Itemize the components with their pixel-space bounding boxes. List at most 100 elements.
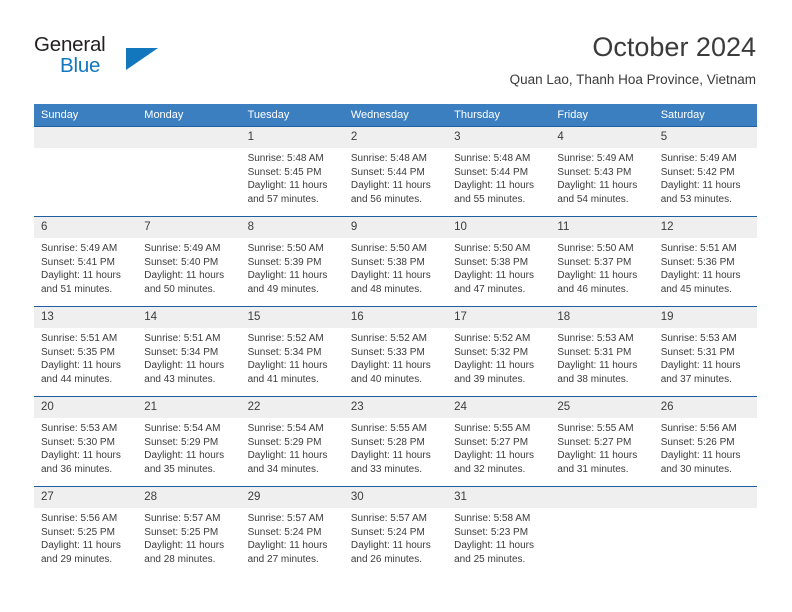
calendar-day-cell[interactable]: 13 Sunrise: 5:51 AM Sunset: 5:35 PM Dayligh…	[34, 306, 138, 397]
calendar-day-cell[interactable]: 4 Sunrise: 5:49 AM Sunset: 5:43 PM Daylight…	[550, 126, 654, 217]
sunrise-text: Sunrise: 5:52 AM	[247, 333, 324, 344]
weekday-header-tuesday: Tuesday	[240, 104, 344, 127]
day-number: 14	[137, 307, 241, 328]
sunset-text: Sunset: 5:39 PM	[247, 256, 322, 268]
sunset-text: Sunset: 5:28 PM	[350, 436, 425, 448]
day-details: Sunrise: 5:57 AM Sunset: 5:25 PM Daylight:…	[137, 508, 240, 566]
calendar-day-cell[interactable]: 8 Sunrise: 5:50 AM Sunset: 5:39 PM Daylight…	[240, 216, 344, 307]
day-details	[34, 148, 137, 152]
sunset-text: Sunset: 5:25 PM	[41, 526, 115, 538]
daylight-text: Daylight: 11 hours	[350, 360, 431, 372]
daylight-text: Daylight: 11 hours	[660, 180, 741, 192]
calendar-day-cell[interactable]: 2 Sunrise: 5:48 AM Sunset: 5:44 PM Daylight…	[343, 126, 448, 217]
calendar-day-cell[interactable]: 3 Sunrise: 5:48 AM Sunset: 5:44 PM Daylight…	[447, 126, 551, 217]
day-details	[137, 148, 240, 152]
calendar-day-cell[interactable]: 24 Sunrise: 5:55 AM Sunset: 5:27 PM Dayligh…	[447, 396, 551, 487]
calendar-day-cell[interactable]: 18 Sunrise: 5:53 AM Sunset: 5:31 PM Dayligh…	[550, 306, 654, 397]
daylight-text: and 47 minutes.	[454, 283, 526, 295]
calendar-day-cell[interactable]: 27 Sunrise: 5:56 AM Sunset: 5:25 PM Dayligh…	[34, 486, 138, 576]
calendar-day-cell[interactable]: 15 Sunrise: 5:52 AM Sunset: 5:34 PM Dayligh…	[240, 306, 344, 397]
daylight-text: Daylight: 11 hours	[350, 450, 431, 462]
calendar-day-cell[interactable]: 9 Sunrise: 5:50 AM Sunset: 5:38 PM Daylight…	[343, 216, 448, 307]
sunrise-text: Sunrise: 5:52 AM	[350, 333, 427, 344]
day-details: Sunrise: 5:50 AM Sunset: 5:38 PM Daylight:…	[344, 238, 447, 296]
sunrise-text: Sunrise: 5:54 AM	[144, 423, 221, 434]
daylight-text: Daylight: 11 hours	[41, 270, 121, 282]
calendar-grid: Sunday Monday Tuesday Wednesday Thursday…	[34, 104, 757, 576]
title-block: October 2024 Quan Lao, Thanh Hoa Provinc…	[510, 30, 756, 88]
weekday-header-thursday: Thursday	[447, 104, 551, 127]
calendar-day-cell[interactable]: 26 Sunrise: 5:56 AM Sunset: 5:26 PM Dayligh…	[653, 396, 757, 487]
daylight-text: Daylight: 11 hours	[557, 270, 638, 282]
sunrise-text: Sunrise: 5:49 AM	[41, 243, 118, 254]
calendar-day-cell[interactable]: 20 Sunrise: 5:53 AM Sunset: 5:30 PM Dayligh…	[34, 396, 138, 487]
day-details: Sunrise: 5:53 AM Sunset: 5:30 PM Daylight:…	[34, 418, 137, 476]
calendar-day-cell[interactable]: 25 Sunrise: 5:55 AM Sunset: 5:27 PM Dayligh…	[550, 396, 654, 487]
daylight-text: and 28 minutes.	[144, 553, 216, 565]
daylight-text: Daylight: 11 hours	[41, 360, 121, 372]
calendar-day-cell[interactable]: 6 Sunrise: 5:49 AM Sunset: 5:41 PM Daylight…	[34, 216, 138, 307]
daylight-text: and 40 minutes.	[350, 373, 423, 385]
calendar-day-cell[interactable]: 11 Sunrise: 5:50 AM Sunset: 5:37 PM Dayligh…	[550, 216, 654, 307]
daylight-text: Daylight: 11 hours	[350, 270, 431, 282]
day-number: 11	[550, 217, 654, 238]
calendar-day-cell-empty	[550, 486, 654, 576]
weekday-header-wednesday: Wednesday	[343, 104, 448, 127]
calendar-body: 1 Sunrise: 5:48 AM Sunset: 5:45 PM Daylight…	[34, 126, 757, 576]
generalblue-logo[interactable]: General Blue	[34, 33, 234, 89]
calendar-day-cell[interactable]: 21 Sunrise: 5:54 AM Sunset: 5:29 PM Dayligh…	[137, 396, 241, 487]
calendar-day-cell[interactable]: 5 Sunrise: 5:49 AM Sunset: 5:42 PM Daylight…	[653, 126, 757, 217]
daylight-text: Daylight: 11 hours	[454, 180, 534, 192]
calendar-day-cell[interactable]: 16 Sunrise: 5:52 AM Sunset: 5:33 PM Dayligh…	[343, 306, 448, 397]
daylight-text: Daylight: 11 hours	[144, 360, 225, 372]
day-number: 3	[447, 127, 551, 148]
sunrise-text: Sunrise: 5:57 AM	[350, 513, 427, 524]
day-number: 20	[34, 397, 138, 418]
calendar-day-cell[interactable]: 30 Sunrise: 5:57 AM Sunset: 5:24 PM Dayligh…	[343, 486, 448, 576]
sunrise-text: Sunrise: 5:48 AM	[454, 153, 531, 164]
calendar-day-cell[interactable]: 10 Sunrise: 5:50 AM Sunset: 5:38 PM Dayligh…	[447, 216, 551, 307]
sunset-text: Sunset: 5:43 PM	[557, 166, 632, 178]
daylight-text: and 31 minutes.	[557, 463, 629, 475]
day-number: 12	[653, 217, 757, 238]
calendar-day-cell[interactable]: 1 Sunrise: 5:48 AM Sunset: 5:45 PM Daylight…	[240, 126, 344, 217]
daylight-text: and 33 minutes.	[350, 463, 423, 475]
day-details: Sunrise: 5:50 AM Sunset: 5:39 PM Daylight:…	[241, 238, 344, 296]
sunrise-text: Sunrise: 5:49 AM	[557, 153, 634, 164]
daylight-text: and 30 minutes.	[660, 463, 732, 475]
calendar-day-cell[interactable]: 19 Sunrise: 5:53 AM Sunset: 5:31 PM Dayligh…	[653, 306, 757, 397]
calendar-day-cell[interactable]: 28 Sunrise: 5:57 AM Sunset: 5:25 PM Dayligh…	[137, 486, 241, 576]
day-details: Sunrise: 5:53 AM Sunset: 5:31 PM Daylight:…	[550, 328, 653, 386]
calendar-day-cell[interactable]: 22 Sunrise: 5:54 AM Sunset: 5:29 PM Dayligh…	[240, 396, 344, 487]
day-number: 28	[137, 487, 241, 508]
day-details: Sunrise: 5:57 AM Sunset: 5:24 PM Daylight:…	[241, 508, 344, 566]
calendar-day-cell[interactable]: 14 Sunrise: 5:51 AM Sunset: 5:34 PM Dayligh…	[137, 306, 241, 397]
day-details: Sunrise: 5:54 AM Sunset: 5:29 PM Daylight:…	[137, 418, 240, 476]
sunset-text: Sunset: 5:26 PM	[660, 436, 735, 448]
sunset-text: Sunset: 5:34 PM	[247, 346, 322, 358]
calendar-day-cell[interactable]: 29 Sunrise: 5:57 AM Sunset: 5:24 PM Dayligh…	[240, 486, 344, 576]
sunset-text: Sunset: 5:42 PM	[660, 166, 735, 178]
calendar-day-cell[interactable]: 17 Sunrise: 5:52 AM Sunset: 5:32 PM Dayligh…	[447, 306, 551, 397]
day-details: Sunrise: 5:49 AM Sunset: 5:40 PM Daylight:…	[137, 238, 240, 296]
page-header: General Blue October 2024 Quan Lao, Than…	[0, 0, 792, 104]
sunrise-text: Sunrise: 5:52 AM	[454, 333, 531, 344]
daylight-text: Daylight: 11 hours	[660, 360, 741, 372]
location-subtitle: Quan Lao, Thanh Hoa Province, Vietnam	[509, 72, 756, 87]
sunset-text: Sunset: 5:37 PM	[557, 256, 632, 268]
calendar-day-cell-empty	[653, 486, 757, 576]
daylight-text: and 53 minutes.	[660, 193, 732, 205]
calendar-day-cell[interactable]: 31 Sunrise: 5:58 AM Sunset: 5:23 PM Dayligh…	[447, 486, 551, 576]
page-title: October 2024	[592, 32, 756, 62]
sunrise-text: Sunrise: 5:48 AM	[350, 153, 427, 164]
sunset-text: Sunset: 5:24 PM	[247, 526, 322, 538]
day-number: 29	[240, 487, 344, 508]
sunrise-text: Sunrise: 5:49 AM	[660, 153, 737, 164]
sunset-text: Sunset: 5:36 PM	[660, 256, 735, 268]
calendar-day-cell[interactable]: 12 Sunrise: 5:51 AM Sunset: 5:36 PM Dayligh…	[653, 216, 757, 307]
sunset-text: Sunset: 5:27 PM	[454, 436, 529, 448]
calendar-day-cell[interactable]: 7 Sunrise: 5:49 AM Sunset: 5:40 PM Daylight…	[137, 216, 241, 307]
daylight-text: and 46 minutes.	[557, 283, 629, 295]
day-number: 7	[137, 217, 241, 238]
calendar-day-cell[interactable]: 23 Sunrise: 5:55 AM Sunset: 5:28 PM Dayligh…	[343, 396, 448, 487]
